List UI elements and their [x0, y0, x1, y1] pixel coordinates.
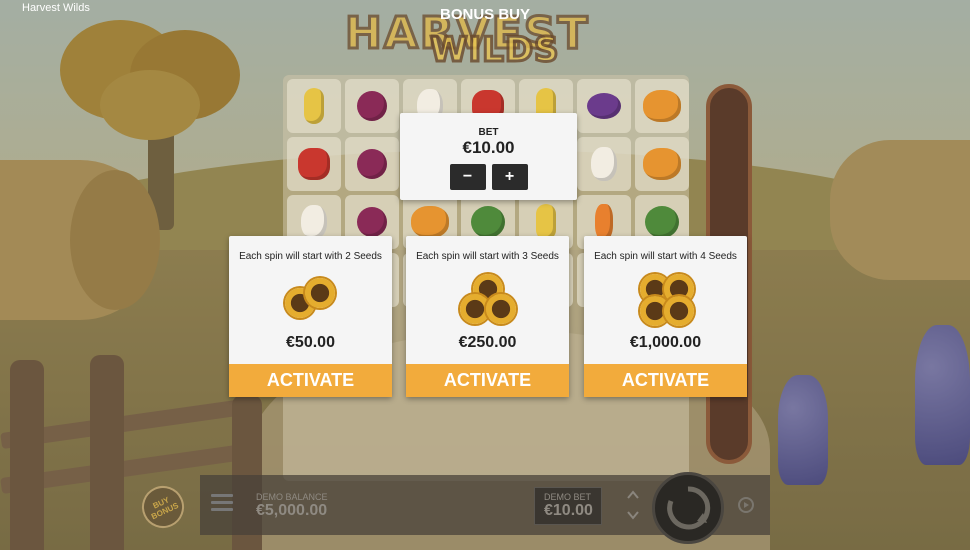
bonus-buy-title: BONUS BUY: [439, 6, 530, 23]
reel-cell: [635, 137, 689, 191]
carrot-icon: [595, 204, 613, 240]
balance-value: €5,000.00: [256, 502, 328, 519]
option-description: Each spin will start with 2 Seeds: [239, 251, 382, 262]
bonus-option-4-seeds: Each spin will start with 4 Seeds €1,000…: [584, 236, 747, 397]
reel-cell: [345, 137, 399, 191]
corn-icon: [304, 88, 324, 124]
reel-cell: [287, 137, 341, 191]
pepper-icon: [298, 148, 330, 180]
activate-button[interactable]: ACTIVATE: [406, 364, 569, 397]
option-description: Each spin will start with 4 Seeds: [594, 251, 737, 262]
demo-bet-value: €10.00: [544, 502, 593, 519]
bet-up-chevron-icon[interactable]: [624, 486, 642, 504]
spin-button[interactable]: [652, 472, 724, 544]
pumpkin-icon: [411, 206, 449, 238]
option-price: €50.00: [286, 334, 335, 351]
reel-cell: [577, 137, 631, 191]
demo-bet-label: DEMO BET: [544, 492, 592, 502]
option-description: Each spin will start with 3 Seeds: [416, 251, 559, 262]
radish-icon: [301, 205, 327, 239]
reel-cell: [635, 79, 689, 133]
beet-icon: [357, 149, 387, 179]
bet-decrease-button[interactable]: −: [449, 164, 486, 190]
broccoli-icon: [645, 206, 679, 238]
autoplay-icon[interactable]: [736, 495, 756, 515]
beet-icon: [357, 91, 387, 121]
bet-down-chevron-icon[interactable]: [624, 506, 642, 524]
corn-icon: [536, 204, 556, 240]
option-price: €1,000.00: [629, 334, 702, 351]
bet-label: BET: [478, 127, 499, 138]
activate-button[interactable]: ACTIVATE: [584, 364, 747, 397]
bonus-option-2-seeds: Each spin will start with 2 Seeds €50.00…: [229, 236, 392, 397]
reel-cell: [345, 79, 399, 133]
option-price: €250.00: [458, 334, 517, 351]
beet-icon: [357, 207, 387, 237]
activate-button[interactable]: ACTIVATE: [229, 364, 392, 397]
bet-increase-button[interactable]: +: [491, 164, 528, 190]
pumpkin-icon: [643, 90, 681, 122]
bet-value: €10.00: [462, 138, 515, 157]
sunflower-seeds-icon: [458, 274, 518, 326]
bet-panel: BET €10.00 − +: [400, 113, 577, 200]
reel-cell: [287, 79, 341, 133]
sunflower-seeds-icon: [281, 274, 341, 326]
balance-label: DEMO BALANCE: [256, 492, 328, 502]
spin-icon: [667, 486, 711, 530]
pumpkin-icon: [643, 148, 681, 180]
bonus-option-3-seeds: Each spin will start with 3 Seeds €250.0…: [406, 236, 569, 397]
menu-icon[interactable]: [211, 494, 233, 512]
logo-line-2: WILDS: [429, 29, 561, 72]
radish-icon: [591, 147, 617, 181]
broccoli-icon: [471, 206, 505, 238]
reel-cell: [577, 79, 631, 133]
sunflower-seeds-icon: [636, 274, 696, 326]
eggplant-icon: [587, 93, 621, 119]
